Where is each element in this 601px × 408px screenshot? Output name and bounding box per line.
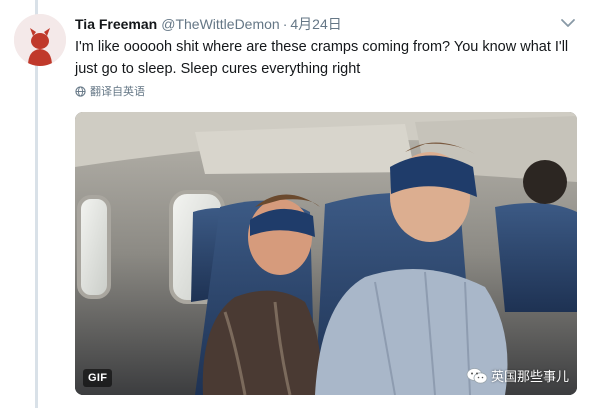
watermark: 英国那些事儿 xyxy=(466,366,569,385)
tweet-date[interactable]: 4月24日 xyxy=(290,14,341,34)
avatar[interactable] xyxy=(14,14,66,66)
watermark-text: 英国那些事儿 xyxy=(491,369,570,384)
wechat-icon xyxy=(466,367,488,384)
tweet-header: Tia Freeman @TheWittleDemon · 4月24日 xyxy=(75,14,342,34)
gif-badge: GIF xyxy=(83,369,113,387)
globe-icon xyxy=(75,85,86,97)
separator-dot: · xyxy=(282,16,288,32)
user-handle[interactable]: @TheWittleDemon xyxy=(161,16,279,32)
translate-link[interactable]: 翻译自英语 xyxy=(75,83,145,99)
airplane-cabin-image xyxy=(75,112,577,395)
translate-label: 翻译自英语 xyxy=(90,86,145,98)
tweet-text: I'm like oooooh shit where are these cra… xyxy=(75,39,569,77)
tweet: Tia Freeman @TheWittleDemon · 4月24日 I'm … xyxy=(0,0,601,408)
display-name[interactable]: Tia Freeman xyxy=(75,16,157,32)
chevron-down-icon[interactable] xyxy=(558,15,578,31)
tweet-media-gif[interactable]: GIF xyxy=(75,112,577,395)
avatar-devil-icon xyxy=(14,14,66,66)
